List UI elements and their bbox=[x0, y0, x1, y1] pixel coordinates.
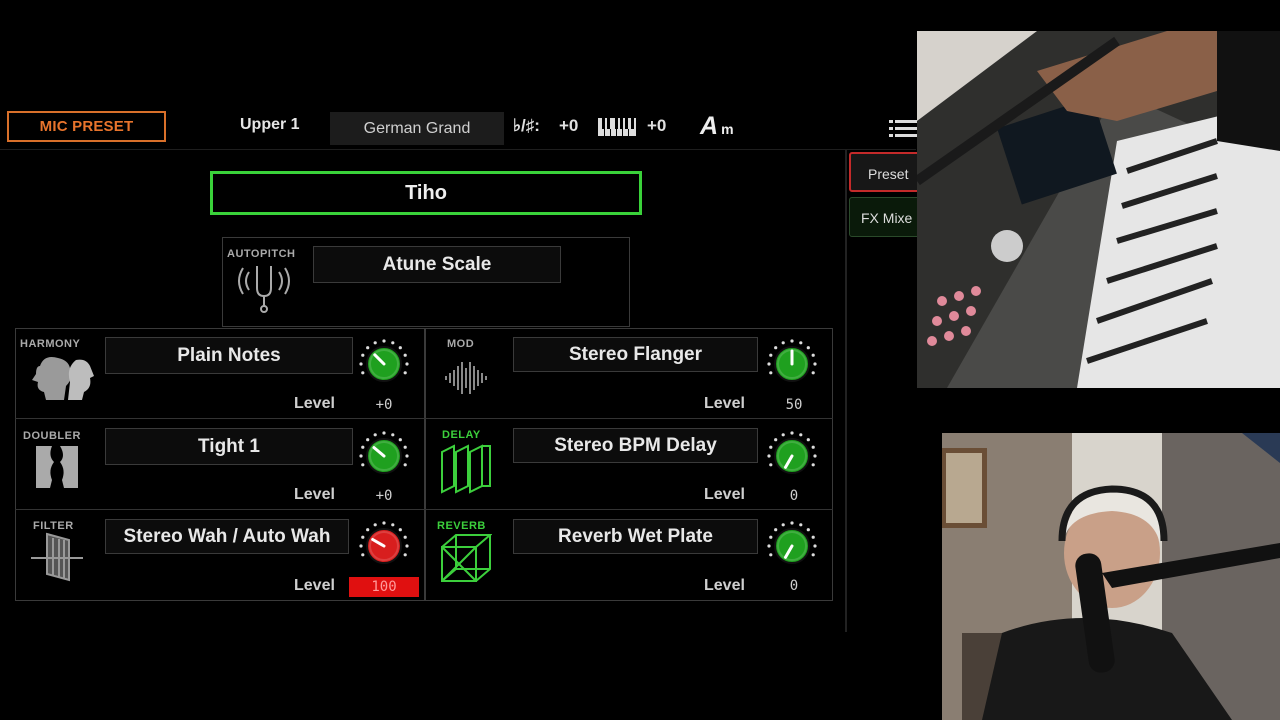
filter-level-label: Level bbox=[294, 577, 335, 594]
mic-preset-button[interactable]: MIC PRESET bbox=[7, 111, 166, 142]
fx-row-divider bbox=[15, 418, 833, 419]
delay-level-label: Level bbox=[704, 486, 745, 503]
autopitch-scale-field[interactable]: Atune Scale bbox=[313, 246, 561, 283]
reverb-level-label: Level bbox=[704, 577, 745, 594]
header-divider bbox=[0, 149, 916, 150]
reverb-preset-field[interactable]: Reverb Wet Plate bbox=[513, 519, 758, 554]
filter-icon bbox=[29, 532, 85, 587]
presenter-camera-video bbox=[942, 433, 1280, 720]
delay-label: DELAY bbox=[442, 429, 481, 441]
harmony-level-label: Level bbox=[294, 395, 335, 412]
chord-display: Am bbox=[700, 112, 734, 141]
filter-level-value[interactable]: 100 bbox=[349, 577, 419, 597]
sound-name-field[interactable]: German Grand bbox=[330, 112, 504, 145]
tuning-fork-icon bbox=[233, 262, 295, 319]
harmony-icon bbox=[18, 352, 96, 407]
preset-name-field[interactable]: Tiho bbox=[210, 171, 642, 215]
harmony-label: HARMONY bbox=[20, 338, 81, 350]
doubler-level-value: +0 bbox=[375, 488, 393, 504]
side-divider bbox=[845, 150, 847, 632]
mod-waveform-icon bbox=[443, 358, 489, 403]
harmony-level-value: +0 bbox=[375, 397, 393, 413]
autopitch-label: AUTOPITCH bbox=[227, 248, 296, 260]
reverb-cube-icon bbox=[440, 533, 493, 590]
reverb-label: REVERB bbox=[437, 520, 486, 532]
doubler-icon bbox=[34, 444, 80, 495]
filter-preset-field[interactable]: Stereo Wah / Auto Wah bbox=[105, 519, 349, 554]
fx-row-divider bbox=[15, 509, 833, 510]
filter-level-knob[interactable] bbox=[358, 520, 410, 577]
reverb-level-value: 0 bbox=[789, 578, 799, 594]
filter-label: FILTER bbox=[33, 520, 74, 532]
fx-grid-divider bbox=[424, 328, 426, 601]
octave-value[interactable]: +0 bbox=[647, 116, 666, 136]
keyboard-camera-video bbox=[917, 31, 1280, 388]
chord-root: A bbox=[700, 112, 719, 140]
chord-type: m bbox=[721, 121, 734, 137]
doubler-label: DOUBLER bbox=[23, 430, 81, 442]
mod-preset-field[interactable]: Stereo Flanger bbox=[513, 337, 758, 372]
doubler-preset-field[interactable]: Tight 1 bbox=[105, 428, 353, 465]
delay-level-knob[interactable] bbox=[766, 430, 818, 487]
harmony-level-knob[interactable] bbox=[358, 338, 410, 395]
transpose-value[interactable]: +0 bbox=[559, 116, 578, 136]
mod-level-value: 50 bbox=[785, 397, 803, 413]
menu-icon[interactable] bbox=[889, 118, 917, 140]
doubler-level-label: Level bbox=[294, 486, 335, 503]
keyboard-icon bbox=[598, 118, 636, 141]
mod-label: MOD bbox=[447, 338, 475, 350]
upper-part-label[interactable]: Upper 1 bbox=[240, 116, 300, 134]
reverb-level-knob[interactable] bbox=[766, 520, 818, 577]
delay-icon bbox=[440, 442, 492, 501]
delay-preset-field[interactable]: Stereo BPM Delay bbox=[513, 428, 758, 463]
transpose-label: ♭/♯: bbox=[513, 116, 540, 135]
mod-level-knob[interactable] bbox=[766, 338, 818, 395]
harmony-preset-field[interactable]: Plain Notes bbox=[105, 337, 353, 374]
doubler-level-knob[interactable] bbox=[358, 430, 410, 487]
delay-level-value: 0 bbox=[789, 488, 799, 504]
mod-level-label: Level bbox=[704, 395, 745, 412]
